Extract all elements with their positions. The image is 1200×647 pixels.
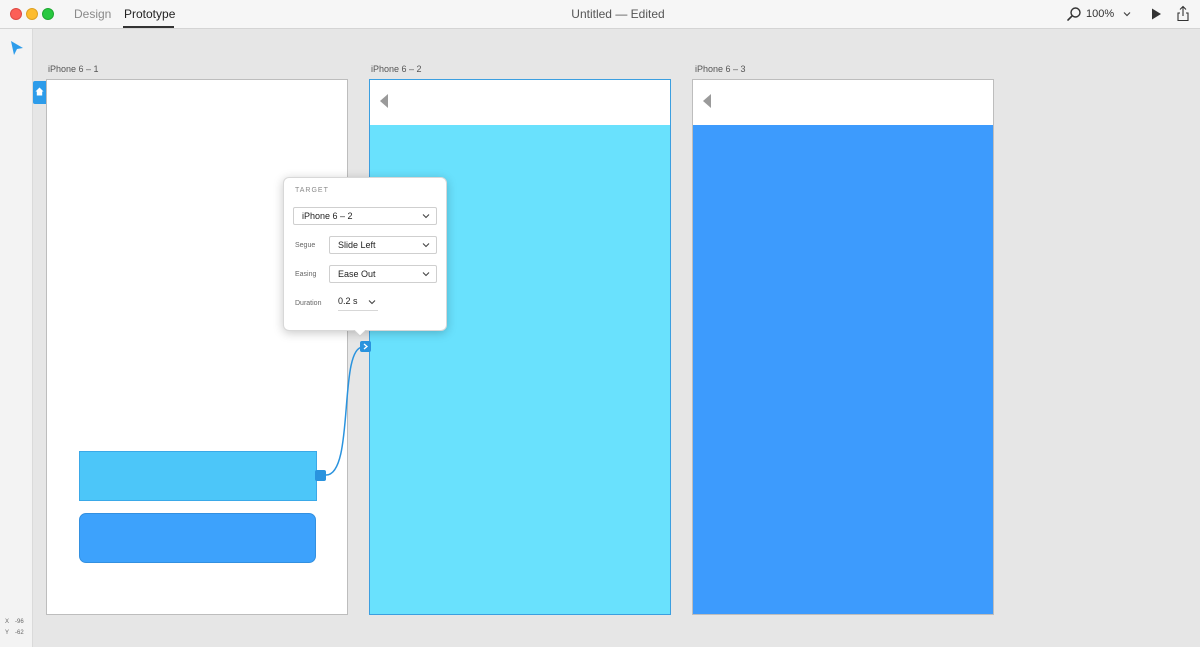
chevron-down-icon xyxy=(422,243,430,248)
x-coordinate: X -96 xyxy=(5,619,24,625)
target-popover: TARGET iPhone 6 – 2 Segue Slide Left Eas… xyxy=(283,177,447,331)
active-tab-indicator xyxy=(123,26,174,28)
link-target-handle[interactable] xyxy=(360,341,371,352)
segue-label: Segue xyxy=(295,242,316,249)
left-toolbar xyxy=(0,29,33,647)
easing-dropdown[interactable]: Ease Out xyxy=(329,265,437,283)
target-value: iPhone 6 – 2 xyxy=(302,211,353,221)
popover-pointer xyxy=(353,329,367,337)
nav-header xyxy=(693,80,993,125)
segue-value: Slide Left xyxy=(338,240,376,250)
nav-header xyxy=(370,80,670,125)
y-coordinate: Y -62 xyxy=(5,630,24,636)
back-arrow-icon[interactable] xyxy=(702,94,712,108)
artboard-label-2[interactable]: iPhone 6 – 2 xyxy=(371,64,422,74)
rounded-rectangle[interactable] xyxy=(79,513,316,563)
chevron-down-icon[interactable] xyxy=(1122,9,1132,19)
target-dropdown[interactable]: iPhone 6 – 2 xyxy=(293,207,437,225)
artboard-iphone-6-3[interactable] xyxy=(692,79,994,615)
home-artboard-marker[interactable] xyxy=(33,81,46,104)
duration-value: 0.2 s xyxy=(338,296,358,306)
zoom-level[interactable]: 100% xyxy=(1086,8,1114,20)
duration-label: Duration xyxy=(295,300,322,307)
document-title: Untitled — Edited xyxy=(571,7,665,21)
chevron-down-icon xyxy=(422,272,430,277)
play-icon[interactable] xyxy=(1149,7,1163,21)
artboard-iphone-6-2[interactable] xyxy=(369,79,671,615)
share-icon[interactable] xyxy=(1175,5,1191,22)
back-arrow-icon[interactable] xyxy=(379,94,389,108)
search-icon[interactable] xyxy=(1066,6,1082,22)
segue-dropdown[interactable]: Slide Left xyxy=(329,236,437,254)
popover-heading: TARGET xyxy=(295,187,329,194)
easing-value: Ease Out xyxy=(338,269,376,279)
selected-rectangle[interactable] xyxy=(79,451,317,501)
link-handle[interactable] xyxy=(315,470,326,481)
content-fill xyxy=(693,125,993,614)
chevron-right-icon xyxy=(363,343,369,350)
chevron-down-icon xyxy=(368,300,376,305)
artboard-label-3[interactable]: iPhone 6 – 3 xyxy=(695,64,746,74)
title-bar: Design Prototype Untitled — Edited 100% xyxy=(0,0,1200,29)
chevron-down-icon xyxy=(422,214,430,219)
easing-label: Easing xyxy=(295,271,317,278)
artboard-label-1[interactable]: iPhone 6 – 1 xyxy=(48,64,99,74)
home-icon xyxy=(35,87,44,96)
select-arrow-icon[interactable] xyxy=(10,40,24,56)
duration-select[interactable]: 0.2 s xyxy=(338,296,378,311)
